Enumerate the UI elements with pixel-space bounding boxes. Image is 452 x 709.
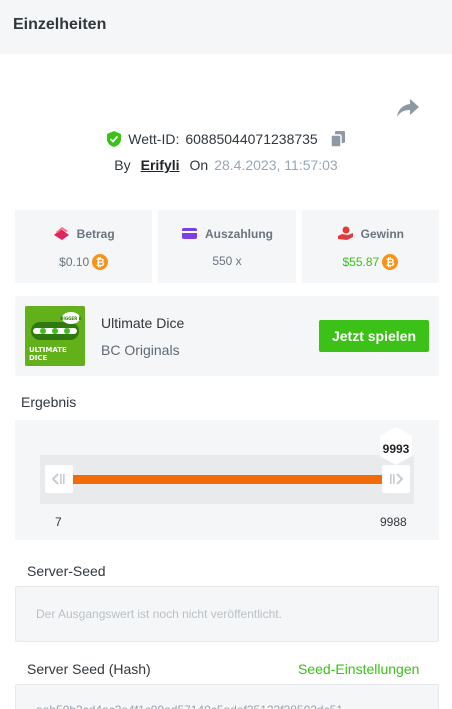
handle-grip-icon (52, 473, 65, 485)
bitcoin-icon: ₿ (92, 254, 109, 270)
card-icon (181, 228, 197, 239)
game-name: Ultimate Dice (101, 315, 185, 331)
on-label: On (189, 157, 209, 173)
thumb-badge: BIGGER K (60, 316, 82, 321)
server-seed-hash-field: aab50b3cd4ac3e4f1c99ad57140c5adef35123f3… (15, 684, 439, 709)
svg-text:DICE: DICE (29, 354, 48, 362)
result-label: Ergebnis (21, 394, 77, 410)
bet-stats: Betrag $0.10 ₿ Auszahlung 550 x Gewinn $… (15, 210, 439, 283)
details-header: Einzelheiten (0, 0, 452, 54)
stat-auszahlung: Auszahlung 550 x (158, 210, 296, 283)
game-provider: BC Originals (101, 342, 180, 358)
handle-grip-icon (390, 473, 403, 485)
slider-handle-right[interactable] (382, 465, 410, 493)
stat-label: Gewinn (360, 226, 404, 241)
server-seed-label: Server-Seed (27, 563, 106, 579)
server-seed-hash-value: aab50b3cd4ac3e4f1c99ad57140c5adef35123f3… (36, 703, 343, 709)
svg-text:ULTIMATE: ULTIMATE (29, 346, 67, 354)
stat-value: $55.87 (342, 255, 380, 269)
bet-id-row: Wett-ID: 60885044071238735 (0, 128, 452, 150)
bet-id-label: Wett-ID: (128, 131, 180, 147)
stat-value: 550 x (212, 254, 242, 268)
server-seed-placeholder: Der Ausgangswert ist noch nicht veröffen… (36, 607, 282, 621)
server-seed-field: Der Ausgangswert ist noch nicht veröffen… (15, 586, 439, 642)
stat-gewinn: Gewinn $55.87 ₿ (301, 210, 439, 283)
shield-check-icon (107, 131, 122, 147)
copy-icon[interactable] (329, 130, 346, 148)
play-now-button[interactable]: Jetzt spielen (319, 320, 429, 352)
bet-id: 60885044071238735 (185, 131, 318, 147)
dice-art-icon: BIGGER K ULTIMATE DICE (25, 306, 85, 366)
result-value: 9993 (382, 442, 410, 456)
stack-icon (53, 227, 69, 240)
stat-betrag: Betrag $0.10 ₿ (15, 210, 153, 283)
hand-coin-icon (337, 226, 353, 240)
seed-settings-link[interactable]: Seed-Einstellungen (298, 661, 419, 677)
user-link[interactable]: Erifyli (141, 157, 180, 173)
range-max: 9988 (380, 515, 407, 529)
stat-label: Auszahlung (204, 226, 273, 241)
bet-meta-row: By Erifyli On 28.4.2023, 11:57:03 (0, 155, 452, 175)
result-slider (40, 455, 414, 504)
result-panel: 9993 7 9988 (15, 420, 439, 540)
bet-datetime: 28.4.2023, 11:57:03 (214, 157, 338, 173)
range-min: 7 (55, 515, 62, 529)
stat-label: Betrag (76, 226, 115, 241)
slider-handle-left[interactable] (45, 465, 73, 493)
bitcoin-icon: ₿ (382, 254, 399, 270)
by-label: By (114, 157, 131, 173)
game-card: BIGGER K ULTIMATE DICE Ultimate Dice BC … (15, 296, 439, 376)
game-thumbnail[interactable]: BIGGER K ULTIMATE DICE (25, 306, 85, 366)
share-icon[interactable] (396, 97, 420, 119)
server-seed-hash-label: Server Seed (Hash) (27, 661, 151, 677)
slider-track (72, 475, 384, 484)
page-title: Einzelheiten (13, 16, 107, 33)
stat-value: $0.10 (59, 255, 90, 269)
